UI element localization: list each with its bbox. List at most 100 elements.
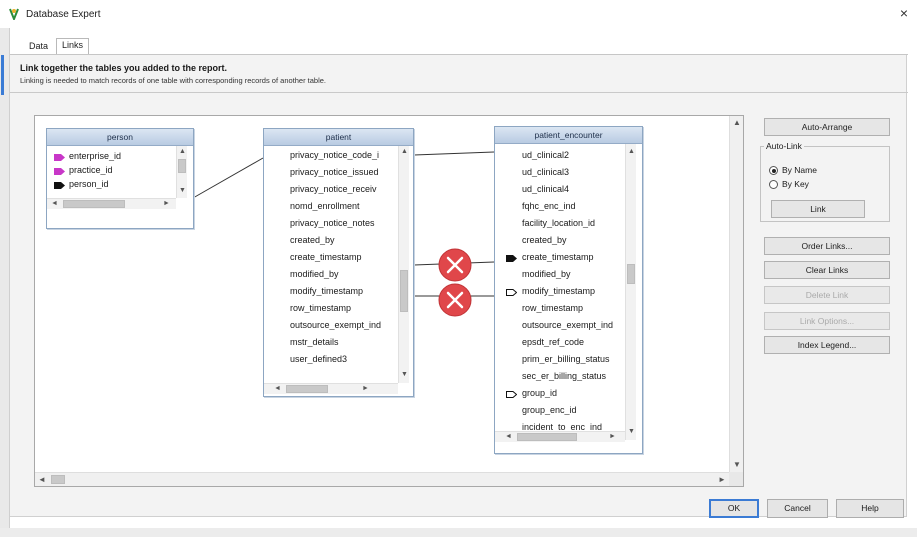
field-item[interactable]: outsource_exempt_ind <box>522 320 626 330</box>
table-person[interactable]: person enterprise_id practice_id person_… <box>46 128 194 229</box>
scroll-right-icon[interactable]: ► <box>607 432 618 442</box>
clear-links-button[interactable]: Clear Links <box>764 261 890 279</box>
scroll-thumb[interactable] <box>178 159 186 173</box>
link-error-icon[interactable] <box>438 283 472 317</box>
index-key-icon <box>54 182 65 189</box>
scroll-down-icon[interactable]: ▼ <box>177 186 188 196</box>
field-item[interactable]: group_id <box>522 388 626 398</box>
scroll-up-icon[interactable]: ▲ <box>399 147 410 157</box>
scroll-up-icon[interactable]: ▲ <box>730 116 744 130</box>
link-error-icon[interactable] <box>438 248 472 282</box>
table-patient-encounter[interactable]: patient_encounter ud_clinical2 ud_clinic… <box>494 126 643 454</box>
field-item[interactable]: modified_by <box>522 269 626 279</box>
scroll-thumb[interactable] <box>517 433 577 441</box>
index-outline-icon <box>506 289 517 296</box>
field-item[interactable]: ud_clinical4 <box>522 184 626 194</box>
scroll-right-icon[interactable]: ► <box>360 384 371 394</box>
table-patient[interactable]: patient privacy_notice_code_i privacy_no… <box>263 128 414 397</box>
cancel-button[interactable]: Cancel <box>767 499 828 518</box>
field-item[interactable]: create_timestamp <box>522 252 626 262</box>
auto-link-group-title: Auto-Link <box>764 141 804 151</box>
scroll-thumb[interactable] <box>400 270 408 312</box>
index-key-icon <box>506 255 517 262</box>
canvas-vertical-scrollbar[interactable]: ▲ ▼ <box>729 116 743 472</box>
window-accent-stripe <box>1 55 4 95</box>
vertical-scrollbar[interactable]: ▲ ▼ <box>625 144 636 440</box>
field-item[interactable]: modify_timestamp <box>522 286 626 296</box>
delete-link-button[interactable]: Delete Link <box>764 286 890 304</box>
field-item[interactable]: prim_er_billing_status <box>522 354 626 364</box>
link-options-button[interactable]: Link Options... <box>764 312 890 330</box>
field-item[interactable]: practice_id <box>69 165 113 175</box>
table-title: person <box>47 129 193 146</box>
field-item[interactable]: mstr_details <box>290 337 398 347</box>
scroll-thumb[interactable] <box>286 385 328 393</box>
field-item[interactable]: ud_clinical2 <box>522 150 626 160</box>
field-item[interactable]: privacy_notice_code_i <box>290 150 398 160</box>
help-button[interactable]: Help <box>836 499 904 518</box>
scroll-down-icon[interactable]: ▼ <box>399 370 410 380</box>
by-name-label: By Name <box>782 165 817 175</box>
title-bar <box>0 0 917 28</box>
scroll-down-icon[interactable]: ▼ <box>626 427 637 437</box>
scroll-up-icon[interactable]: ▲ <box>177 147 188 157</box>
header-divider <box>10 92 908 93</box>
field-item[interactable]: group_enc_id <box>522 405 626 415</box>
tab-links[interactable]: Links <box>56 38 90 55</box>
scroll-corner <box>729 472 743 486</box>
field-item[interactable]: enterprise_id <box>69 151 121 161</box>
field-item[interactable]: modify_timestamp <box>290 286 398 296</box>
vertical-scrollbar[interactable]: ▲ ▼ <box>398 146 409 383</box>
primary-key-icon <box>54 168 65 175</box>
scroll-down-icon[interactable]: ▼ <box>730 458 744 472</box>
horizontal-scrollbar[interactable]: ◄ ► <box>264 383 398 394</box>
vertical-scrollbar[interactable]: ▲ ▼ <box>176 146 187 198</box>
scroll-left-icon[interactable]: ◄ <box>272 384 283 394</box>
scroll-left-icon[interactable]: ◄ <box>49 199 60 209</box>
scroll-thumb[interactable] <box>63 200 125 208</box>
tab-data[interactable]: Data <box>24 40 53 54</box>
by-name-radio[interactable] <box>769 166 778 175</box>
scroll-thumb[interactable] <box>51 475 65 484</box>
auto-arrange-button[interactable]: Auto-Arrange <box>764 118 890 136</box>
close-icon[interactable]: × <box>896 5 912 21</box>
field-item[interactable]: sec_er_billing_status <box>522 371 626 381</box>
table-title: patient_encounter <box>495 127 642 144</box>
link-button[interactable]: Link <box>771 200 865 218</box>
scroll-right-icon[interactable]: ► <box>715 473 729 487</box>
field-item[interactable]: modified_by <box>290 269 398 279</box>
field-item[interactable]: privacy_notice_receiv <box>290 184 398 194</box>
field-item[interactable]: ud_clinical3 <box>522 167 626 177</box>
by-key-label: By Key <box>782 179 809 189</box>
field-item[interactable]: privacy_notice_notes <box>290 218 398 228</box>
field-item[interactable]: privacy_notice_issued <box>290 167 398 177</box>
scroll-thumb[interactable] <box>627 264 635 284</box>
field-item[interactable]: created_by <box>522 235 626 245</box>
horizontal-scrollbar[interactable]: ◄ ► <box>495 431 625 442</box>
field-item[interactable]: epsdt_ref_code <box>522 337 626 347</box>
window-bottom-edge <box>0 528 917 537</box>
horizontal-scrollbar[interactable]: ◄ ► <box>47 198 176 209</box>
scroll-right-icon[interactable]: ► <box>161 199 172 209</box>
field-item[interactable]: facility_location_id <box>522 218 626 228</box>
field-item[interactable]: row_timestamp <box>522 303 626 313</box>
field-item[interactable]: outsource_exempt_ind <box>290 320 398 330</box>
field-item[interactable]: person_id <box>69 179 109 189</box>
by-key-radio[interactable] <box>769 180 778 189</box>
field-item[interactable]: create_timestamp <box>290 252 398 262</box>
field-item[interactable]: created_by <box>290 235 398 245</box>
scroll-up-icon[interactable]: ▲ <box>626 147 637 157</box>
field-item[interactable]: user_defined3 <box>290 354 398 364</box>
field-item[interactable]: incident_to_enc_ind <box>522 422 626 431</box>
canvas-horizontal-scrollbar[interactable]: ◄ ► <box>35 472 729 486</box>
index-legend-button[interactable]: Index Legend... <box>764 336 890 354</box>
scroll-left-icon[interactable]: ◄ <box>35 473 49 487</box>
page-heading: Link together the tables you added to th… <box>20 63 228 73</box>
order-links-button[interactable]: Order Links... <box>764 237 890 255</box>
field-item[interactable]: row_timestamp <box>290 303 398 313</box>
field-item[interactable]: fqhc_enc_ind <box>522 201 626 211</box>
page-subheading: Linking is needed to match records of on… <box>20 76 327 85</box>
ok-button[interactable]: OK <box>709 499 759 518</box>
scroll-left-icon[interactable]: ◄ <box>503 432 514 442</box>
field-item[interactable]: nomd_enrollment <box>290 201 398 211</box>
